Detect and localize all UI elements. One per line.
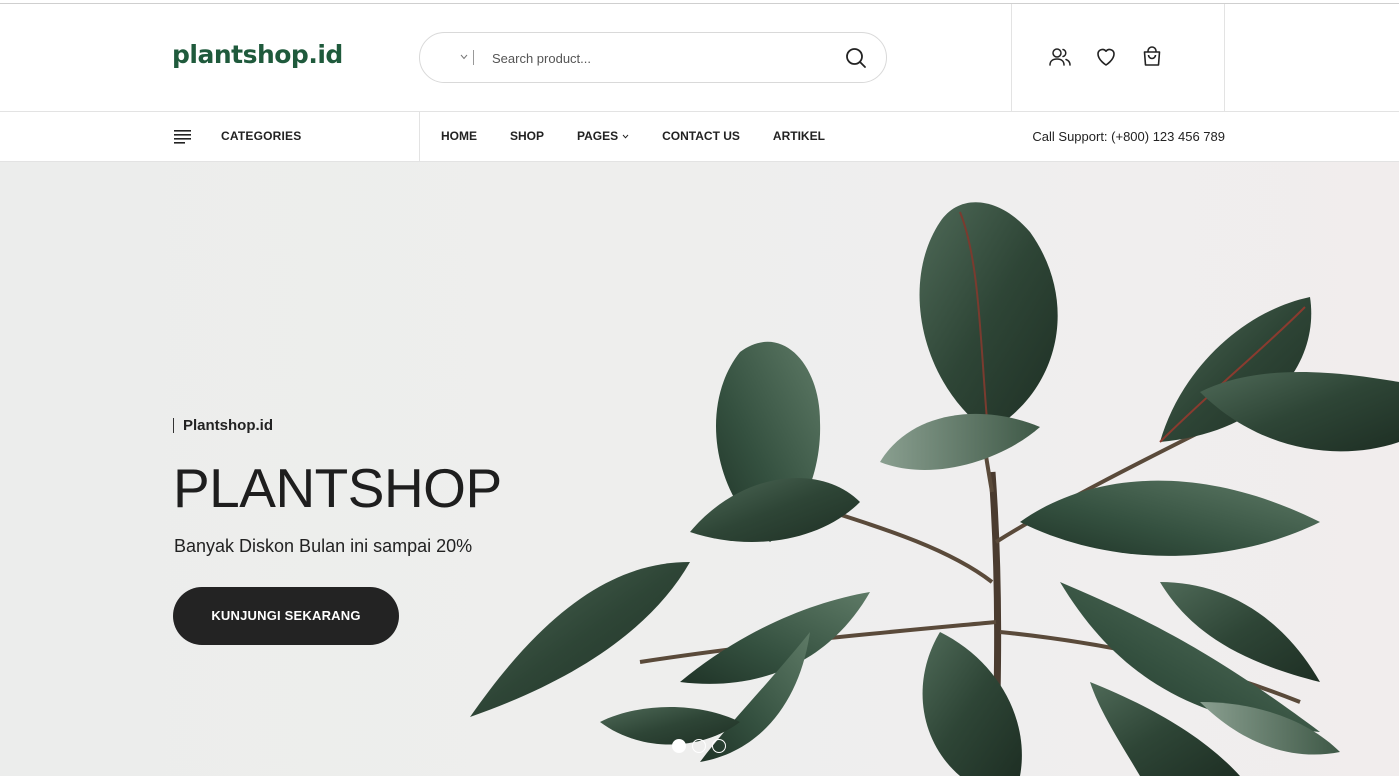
hero-tagline: Plantshop.id — [173, 418, 273, 433]
account-icon — [1049, 48, 1071, 66]
nav-links: HOME SHOP PAGES CONTACT US ARTIKEL — [441, 129, 858, 143]
hero-title: PLANTSHOP — [173, 457, 502, 519]
plant-image — [470, 202, 1399, 776]
wishlist-heart-icon — [1097, 48, 1115, 66]
menu-lines-icon — [174, 130, 191, 144]
nav-link-contact[interactable]: CONTACT US — [662, 129, 740, 143]
header-actions — [1011, 4, 1225, 111]
search-button[interactable] — [844, 46, 868, 70]
cart-bag-icon — [1143, 46, 1161, 66]
main-navigation: CATEGORIES HOME SHOP PAGES CONTACT US AR… — [0, 112, 1399, 162]
hero-subtitle: Banyak Diskon Bulan ini sampai 20% — [174, 536, 473, 556]
slide-dot-1[interactable] — [672, 739, 686, 753]
visit-now-button[interactable]: KUNJUNGI SEKARANG — [173, 587, 399, 645]
slide-dot-2[interactable] — [692, 739, 706, 753]
categories-label: CATEGORIES — [221, 129, 302, 143]
search-divider — [473, 50, 474, 65]
chevron-down-icon — [622, 134, 629, 139]
nav-link-home[interactable]: HOME — [441, 129, 477, 143]
nav-link-pages-label: PAGES — [577, 129, 619, 143]
nav-link-shop[interactable]: SHOP — [510, 129, 544, 143]
slide-dot-3[interactable] — [712, 739, 726, 753]
site-header: plantshop.id — [0, 4, 1399, 112]
categories-toggle[interactable]: CATEGORIES — [172, 112, 420, 161]
search-icon — [846, 48, 866, 68]
nav-link-pages[interactable]: PAGES — [577, 129, 629, 143]
category-select[interactable] — [454, 47, 474, 67]
site-logo[interactable]: plantshop.id — [172, 40, 343, 69]
hero-slider: Plantshop.id PLANTSHOP Banyak Diskon Bul… — [0, 162, 1399, 776]
cart-button[interactable] — [1140, 45, 1164, 69]
support-phone: Call Support: (+800) 123 456 789 — [1032, 129, 1225, 144]
slider-pagination — [672, 739, 726, 753]
account-button[interactable] — [1048, 45, 1072, 69]
wishlist-button[interactable] — [1094, 45, 1118, 69]
chevron-down-icon — [460, 54, 468, 60]
search-input[interactable] — [492, 46, 832, 70]
search-bar — [419, 32, 887, 83]
nav-link-artikel[interactable]: ARTIKEL — [773, 129, 825, 143]
